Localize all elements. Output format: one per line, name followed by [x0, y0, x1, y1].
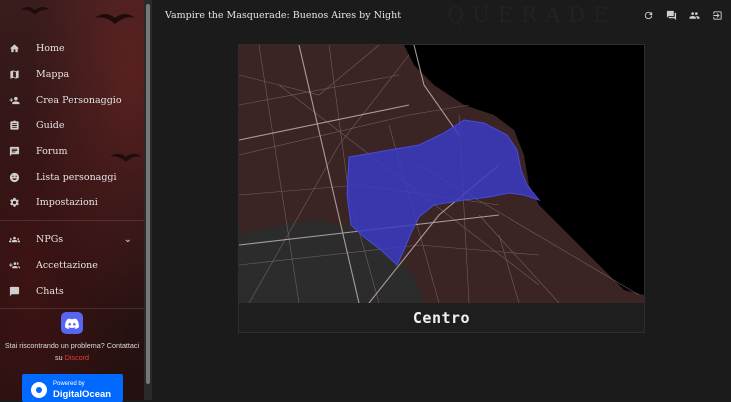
sidebar-item-label: Crea Personaggio [36, 94, 122, 106]
sidebar-item-mappa[interactable]: Mappa [0, 62, 144, 88]
header: QUERADE Vampire the Masquerade: Buenos A… [152, 0, 731, 32]
sidebar-item-label: Mappa [36, 69, 70, 81]
sidebar-item-impostazioni[interactable]: Impostazioni [0, 190, 144, 216]
digitalocean-logo-icon [31, 382, 47, 398]
page-title: Vampire the Masquerade: Buenos Aires by … [165, 10, 402, 21]
home-icon [8, 43, 20, 55]
support-text: Stai riscontrando un problema? Contattac… [0, 340, 144, 364]
discord-icon[interactable] [61, 312, 83, 334]
discord-link[interactable]: Discord [65, 353, 89, 362]
refresh-icon[interactable] [643, 10, 654, 21]
sidebar-item-label: Chats [36, 285, 64, 297]
sidebar-item-label: Impostazioni [36, 197, 98, 209]
powered-by-label: Powered by [53, 381, 85, 387]
sidebar-item-lista-personaggi[interactable]: Lista personaggi [0, 164, 144, 190]
sidebar-item-guide[interactable]: Guide [0, 113, 144, 139]
login-icon[interactable] [712, 10, 723, 21]
district-map[interactable] [239, 45, 644, 303]
sponsor-name: DigitalOcean [53, 389, 112, 400]
group-icon [8, 234, 20, 246]
map-icon [8, 69, 20, 81]
sidebar-scroll-thumb[interactable] [146, 4, 150, 384]
sidebar-divider [0, 219, 144, 221]
group-add-icon [8, 259, 20, 271]
sidebar-item-forum[interactable]: Forum [0, 139, 144, 165]
bat-decoration-icon [95, 14, 135, 24]
forum-icon [8, 146, 20, 158]
gear-icon [8, 197, 20, 209]
sidebar-item-label: Home [36, 43, 65, 55]
header-actions [643, 10, 723, 21]
chat-icon[interactable] [666, 10, 677, 21]
sidebar-nav: Home Mappa Crea Personaggio Guide Forum … [0, 36, 144, 315]
sidebar-item-label: Accettazione [36, 259, 98, 271]
sidebar-item-accettazione[interactable]: Accettazione [0, 253, 144, 279]
sidebar-item-crea-personaggio[interactable]: Crea Personaggio [0, 87, 144, 113]
sidebar-item-label: Lista personaggi [36, 171, 117, 183]
chat-bubble-icon [8, 285, 20, 297]
map-card: Centro [238, 44, 645, 333]
users-icon[interactable] [689, 10, 700, 21]
digitalocean-badge[interactable]: Powered by DigitalOcean [22, 374, 123, 402]
map-caption: Centro [412, 309, 471, 327]
support-box: Stai riscontrando un problema? Contattac… [0, 312, 144, 364]
sidebar-item-label: NPGs [36, 234, 64, 246]
sidebar-item-chats[interactable]: Chats [0, 278, 144, 304]
sidebar-item-label: Guide [36, 120, 65, 132]
bat-decoration-icon [20, 7, 50, 15]
background-wordmark: QUERADE [447, 3, 617, 27]
sidebar-divider [0, 307, 144, 309]
sidebar-item-label: Forum [36, 146, 68, 158]
clipboard-icon [8, 120, 20, 132]
add-person-icon [8, 94, 20, 106]
sidebar-item-home[interactable]: Home [0, 36, 144, 62]
chevron-down-icon[interactable]: ⌄ [124, 234, 132, 245]
sidebar-item-npgs[interactable]: NPGs ⌄ [0, 227, 144, 253]
face-icon [8, 171, 20, 183]
